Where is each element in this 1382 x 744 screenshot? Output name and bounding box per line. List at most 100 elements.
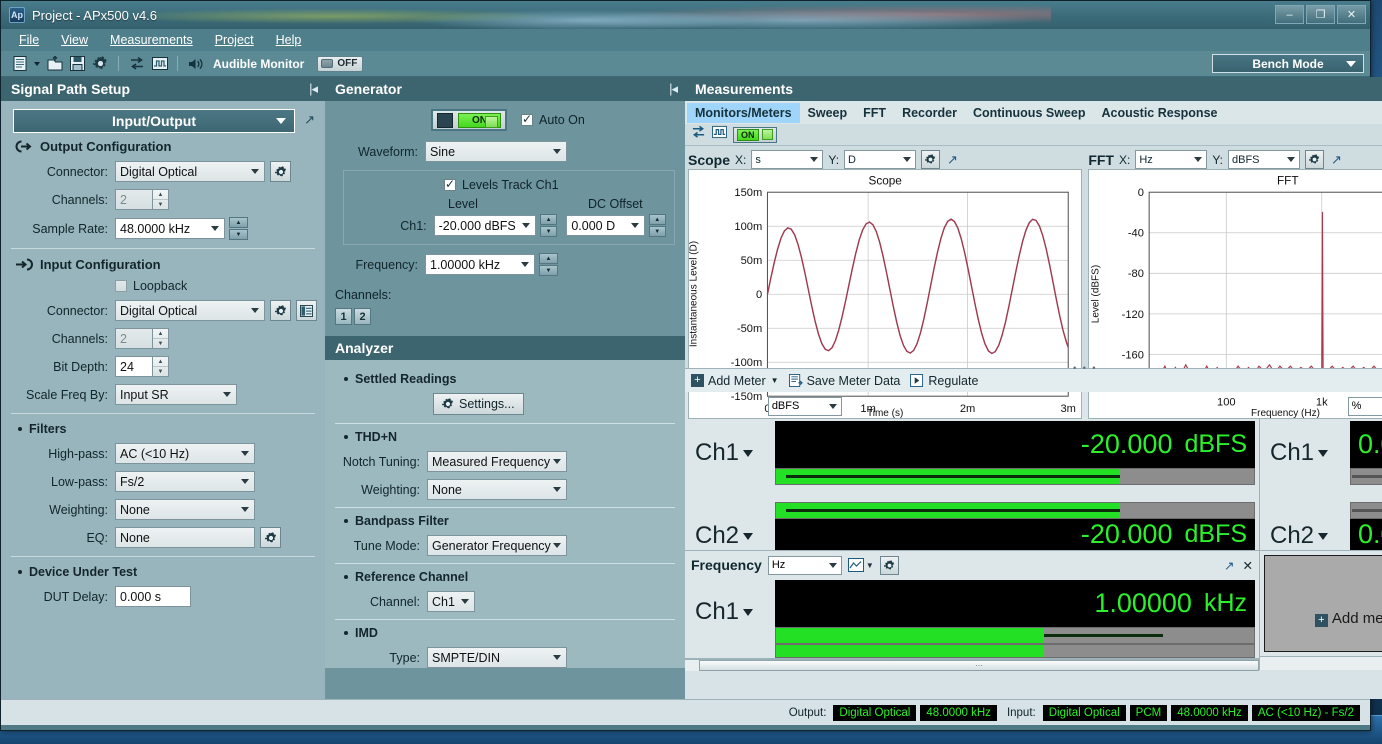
generator-on-toggle[interactable]: ON <box>431 109 507 131</box>
thdn-ratio-ch1-selector[interactable]: Ch1 <box>1264 421 1350 485</box>
frequency-settings-button[interactable] <box>880 556 899 575</box>
collapse-panel-icon[interactable]: |◂ <box>669 81 677 97</box>
output-connector-select[interactable]: Digital Optical <box>115 161 265 182</box>
rms-level-unit-select[interactable]: dBFS <box>768 397 842 416</box>
notch-tuning-select[interactable]: Measured Frequency <box>427 451 567 472</box>
tab-recorder[interactable]: Recorder <box>894 103 965 123</box>
minimize-button[interactable]: – <box>1275 5 1304 24</box>
input-connector-value: Digital Optical <box>120 304 197 318</box>
output-connector-settings-button[interactable] <box>270 161 291 182</box>
lowpass-select[interactable]: Fs/2 <box>115 471 255 492</box>
output-channels-stepper[interactable]: ▲▼ <box>153 189 169 210</box>
thdn-ratio-unit-select[interactable]: % <box>1348 397 1382 416</box>
save-icon[interactable] <box>69 55 86 72</box>
eq-settings-button[interactable] <box>260 527 281 548</box>
tab-monitors-meters[interactable]: Monitors/Meters <box>687 103 800 123</box>
imd-type-select[interactable]: SMPTE/DIN <box>427 647 567 668</box>
tab-acoustic-response[interactable]: Acoustic Response <box>1093 103 1225 123</box>
signal-path-icon[interactable] <box>691 125 706 144</box>
speaker-icon[interactable] <box>187 55 204 72</box>
popout-icon[interactable]: ↗ <box>304 112 315 128</box>
tune-mode-select[interactable]: Generator Frequency <box>427 535 567 556</box>
filter-weighting-select[interactable]: None <box>115 499 255 520</box>
menu-project[interactable]: Project <box>215 33 254 47</box>
fft-settings-button[interactable] <box>1305 150 1324 169</box>
ch1-level-stepper[interactable]: ▲▼ <box>540 214 558 237</box>
add-meter-placeholder[interactable]: + Add meter... <box>1264 555 1382 652</box>
frequency-ch1-selector[interactable]: Ch1 <box>689 580 775 644</box>
save-meter-data-button[interactable]: Save Meter Data <box>789 374 901 388</box>
auto-on-checkbox[interactable] <box>521 114 533 126</box>
tab-sweep[interactable]: Sweep <box>800 103 856 123</box>
frequency-stepper[interactable]: ▲▼ <box>539 253 558 276</box>
menu-file[interactable]: File <box>19 33 39 47</box>
thdn-ratio-ch2-selector[interactable]: Ch2 <box>1264 522 1350 550</box>
ch1-level-input[interactable]: -20.000 dBFS <box>434 215 536 236</box>
frequency-unit-select[interactable]: Hz <box>768 556 842 575</box>
menu-measurements[interactable]: Measurements <box>110 33 193 47</box>
save-data-icon <box>789 374 803 387</box>
input-channels-stepper[interactable]: ▲▼ <box>153 328 169 349</box>
tab-fft[interactable]: FFT <box>855 103 894 123</box>
reference-channel-select[interactable]: Ch1 <box>427 591 475 612</box>
frequency-popout-icon[interactable]: ↗ <box>1224 558 1234 573</box>
fft-y-unit-select[interactable]: dBFS <box>1228 150 1300 169</box>
new-document-icon[interactable] <box>11 55 28 72</box>
signal-path-selector[interactable]: Input/Output <box>13 109 295 133</box>
collapse-panel-icon[interactable]: |◂ <box>309 81 317 97</box>
loopback-checkbox[interactable] <box>115 280 127 292</box>
scope-popout-icon[interactable]: ↗ <box>947 152 958 168</box>
bench-mode-dropdown[interactable]: Bench Mode <box>1212 54 1364 73</box>
scope-settings-button[interactable] <box>921 150 940 169</box>
add-meter-button[interactable]: + Add Meter ▼ <box>691 374 779 388</box>
status-input-rate: 48.0000 kHz <box>1171 705 1248 721</box>
scope-x-unit-select[interactable]: s <box>751 150 823 169</box>
splitter-handle[interactable]: • • • <box>1073 363 1097 373</box>
menu-view[interactable]: View <box>61 33 88 47</box>
svg-text:-160: -160 <box>1122 349 1144 361</box>
output-sample-rate-stepper[interactable]: ▲▼ <box>229 217 248 240</box>
scope-y-unit-select[interactable]: D <box>844 150 916 169</box>
generator-channel-1-button[interactable]: 1 <box>335 308 352 325</box>
tab-continuous-sweep[interactable]: Continuous Sweep <box>965 103 1094 123</box>
waveform-select[interactable]: Sine <box>425 141 567 162</box>
ch1-dc-offset-input[interactable]: 0.000 D <box>566 215 644 236</box>
open-project-icon[interactable] <box>46 55 63 72</box>
bit-depth-stepper[interactable]: ▲▼ <box>153 356 169 377</box>
generator-channels-label: Channels: <box>335 288 675 302</box>
dut-delay-input[interactable]: 0.000 s <box>115 586 191 607</box>
settings-gear-icon[interactable] <box>92 55 109 72</box>
settled-readings-settings-button[interactable]: Settings... <box>433 393 524 415</box>
ch1-dc-offset-stepper[interactable]: ▲▼ <box>649 214 667 237</box>
maximize-button[interactable]: ❐ <box>1306 5 1335 24</box>
highpass-select[interactable]: AC (<10 Hz) <box>115 443 255 464</box>
rms-level-ch1-selector[interactable]: Ch1 <box>689 421 775 485</box>
waveform-icon[interactable] <box>712 125 727 144</box>
menu-help[interactable]: Help <box>276 33 302 47</box>
fft-popout-icon[interactable]: ↗ <box>1331 152 1342 168</box>
new-document-dropdown-icon[interactable] <box>34 62 40 66</box>
waveform-icon[interactable] <box>151 55 168 72</box>
frequency-input[interactable]: 1.00000 kHz <box>425 254 535 275</box>
fft-x-unit-select[interactable]: Hz <box>1135 150 1207 169</box>
regulate-button[interactable]: Regulate <box>910 374 978 388</box>
scale-freq-select[interactable]: Input SR <box>115 384 237 405</box>
output-channels-value: 2 <box>115 189 153 210</box>
close-button[interactable]: ✕ <box>1337 5 1366 24</box>
monitor-on-toggle[interactable]: ON <box>733 127 777 143</box>
rms-level-ch2-selector[interactable]: Ch2 <box>689 522 775 550</box>
thdn-weighting-select[interactable]: None <box>427 479 567 500</box>
bit-depth-input[interactable]: 24 <box>115 356 153 377</box>
audible-monitor-toggle[interactable]: OFF <box>317 56 363 72</box>
frequency-graph-button[interactable]: ▼ <box>848 558 874 572</box>
output-sample-rate-select[interactable]: 48.0000 kHz <box>115 218 225 239</box>
generator-channel-2-button[interactable]: 2 <box>354 308 371 325</box>
levels-track-checkbox[interactable] <box>444 179 456 191</box>
scrollbar-thumb[interactable]: ⋯ <box>699 660 1259 671</box>
signal-path-icon[interactable] <box>128 55 145 72</box>
frequency-close-icon[interactable]: ✕ <box>1243 558 1253 573</box>
input-connector-info-button[interactable] <box>296 300 317 321</box>
meters-horizontal-scrollbar[interactable]: ⋯ <box>685 659 1259 671</box>
input-connector-settings-button[interactable] <box>270 300 291 321</box>
input-connector-select[interactable]: Digital Optical <box>115 300 265 321</box>
